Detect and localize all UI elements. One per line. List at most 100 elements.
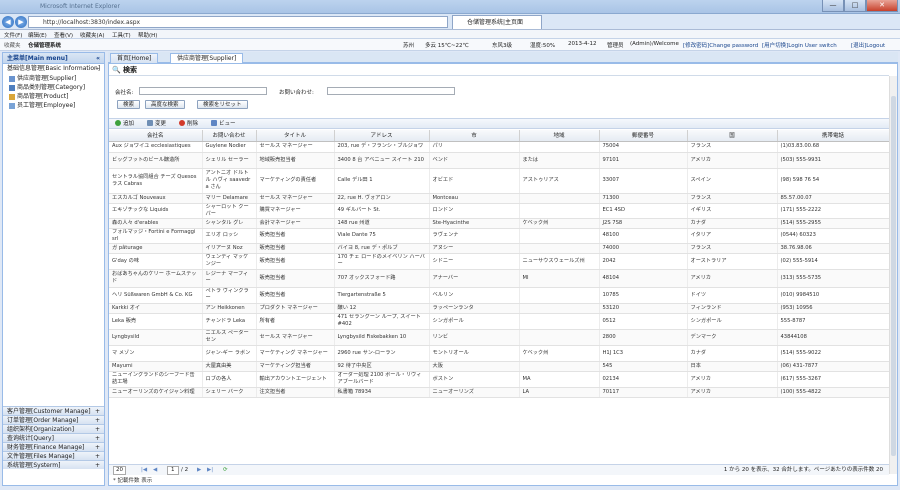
tab-home[interactable]: 首页[Home] [110,53,159,63]
change-password-link[interactable]: [修改密码]Change password [683,41,758,49]
advanced-search-button[interactable]: 高度な検索 [145,100,185,109]
menu-edit[interactable]: 编辑(E) [28,31,47,39]
table-cell: アメリカ [687,371,778,388]
column-header[interactable]: アドレス [334,130,430,142]
reset-search-button[interactable]: 検索をリセット [197,100,248,109]
prev-page-icon[interactable]: ◀ [153,466,157,475]
next-page-icon[interactable]: ▶ [197,466,201,475]
table-row[interactable]: Lyngbysild ニエルス ペーターセン セールス マネージャー Lyngbysi… [109,329,890,346]
user-switch-link[interactable]: [用户切换]Login User switch [762,41,837,49]
collapse-group-icon[interactable]: − [95,64,100,74]
window-title: Microsoft Internet Explorer [40,3,120,10]
column-header[interactable]: お問い合わせ [202,130,257,142]
group-customer[interactable]: 客户管理[Customer Manage] + [3,406,104,415]
table-row[interactable]: セントラル協同組合 チーズ Quesos ラス Cabras アントニオ ドルトル… [109,168,890,194]
company-input[interactable] [139,87,267,95]
nav-employee[interactable]: 员工管理[Employee] [3,101,104,110]
edit-button[interactable]: 変更 [147,120,166,129]
table-cell: アメリカ [687,387,778,398]
table-cell: シャーロット クーパー [202,203,257,219]
category-icon [9,84,15,91]
group-system[interactable]: 系统管理[Systerm] + [3,460,104,469]
table-row[interactable]: 森の人々 d'erables シャンタル グレ 会計マネージャー 148 rue 州道… [109,218,890,229]
expand-icon[interactable]: + [95,461,100,470]
table-row[interactable]: G'day の味 ウェンディ マッケンジー 販売担当者 170 チェ ロードのメイベリ… [109,253,890,270]
table-row[interactable]: エキゾチックな Liquids シャーロット クーパー 購買マネージャー 49 ギルバ… [109,203,890,219]
add-button[interactable]: 追加 [115,120,134,129]
minimize-button[interactable]: — [822,0,844,12]
menu-view[interactable]: 查看(V) [54,31,73,39]
table-cell: 醸い 12 [334,303,430,314]
column-header[interactable]: 会社名 [109,130,203,142]
view-button[interactable]: ビュー [211,120,236,129]
group-files[interactable]: 文件管理[Files Manage] + [3,451,104,460]
table-cell: Karkki オイ [109,303,203,314]
favorites-link[interactable]: 收藏夹 [4,41,21,49]
column-header[interactable]: 国 [687,130,778,142]
table-row[interactable]: Aux ジョワイユ ecclesiastiques Guylene Nodier セ… [109,141,890,153]
column-header[interactable]: 郵便番号 [599,130,688,142]
table-cell: (171) 555-2222 [777,203,890,219]
edit-icon [147,120,153,126]
nav-category[interactable]: 商品类别管理[Category] [3,83,104,92]
table-cell: (06) 431-7877 [777,361,890,372]
back-button[interactable]: ◀ [2,16,14,28]
close-button[interactable]: ✕ [866,0,898,12]
column-header[interactable]: タイトル [256,130,335,142]
menu-file[interactable]: 文件(F) [4,31,22,39]
table-row[interactable]: マ メゾン ジャン-ギー ラボン マーケティング マネージャー 2960 rue サン… [109,345,890,362]
contact-input[interactable] [327,87,455,95]
table-row[interactable]: おばあちゃんのケリー ホームステッド レジーナ マーフィー 販売担当者 707 オック… [109,269,890,288]
menu-help[interactable]: 帮助(H) [138,31,157,39]
page-size-select[interactable]: 20 [113,466,126,475]
maximize-button[interactable]: □ [844,0,866,12]
forward-button[interactable]: ▶ [15,16,27,28]
table-row[interactable]: Karkki オイ アン Heikkonen プロダクト マネージャー 醸い 12 ラッ… [109,303,890,314]
url-input[interactable]: http://localhost:3830/index.aspx [28,16,448,28]
search-button[interactable]: 検索 [117,100,141,109]
grid-toolbar: 追加 変更 削除 ビュー [109,118,889,129]
contact-label: お問い合わせ: [279,90,314,96]
supplier-icon [9,75,15,82]
collapse-icon[interactable]: « [96,53,100,64]
table-row[interactable]: ニューオーリンズのケイジャン料理 シェリー バーク 注文担当者 私書箱 78934 ニュ… [109,387,890,398]
table-cell: ベンド [429,152,520,169]
table-row[interactable]: フォルマッジ・Fortini e Formaggi srl エリオ ロッシ 販売担当… [109,228,890,244]
group-basic-info[interactable]: 基础信息管理[Basic Information] − [3,64,104,74]
table-cell: ニューサウスウェールズ州 [519,253,600,270]
table-row[interactable]: ビッグフットのビール醸造所 シェリル セーラー 地域販売担当者 3400 8 台 アベ… [109,152,890,169]
menu-tools[interactable]: 工具(T) [112,31,131,39]
refresh-icon[interactable]: ⟳ [223,466,228,475]
table-row[interactable]: ニューイングランドのシーフード缶詰工場 ロブの各人 輸出アカウントエージェント オーダ… [109,371,890,388]
table-row[interactable]: ヘリ Süßwaren GmbH & Co. KG ペトラ ヴィンクラー 販売担当者… [109,287,890,304]
scrollbar-thumb[interactable] [891,96,896,456]
group-finance-label: 财务管理[Finance Manage] [7,444,85,451]
nav-product[interactable]: 商品管理[Product] [3,92,104,101]
vertical-scrollbar[interactable] [889,76,897,474]
last-page-icon[interactable]: ▶| [207,466,213,475]
menu-favorites[interactable]: 收藏夹(A) [80,31,105,39]
table-row[interactable]: Leka 販売 チャンドラ Leka 所有者 471 セラングーン ループ, スイート… [109,313,890,330]
table-row[interactable]: ガ pâturage イリアーヌ Noz 販売担当者 バイヨ 8, rue デ・ポルブ… [109,243,890,254]
table-row[interactable]: Mayumi 大屋真由美 マーケティング担当者 92 待了中央区 大阪 545 日本 (06)… [109,361,890,372]
group-order[interactable]: 订单管理[Order Manage] + [3,415,104,424]
group-finance[interactable]: 财务管理[Finance Manage] + [3,442,104,451]
logout-link[interactable]: [退出]Logout [851,41,885,49]
tab-supplier[interactable]: 供应商管理[Supplier] [170,53,244,63]
group-query[interactable]: 查询统计[Query] + [3,433,104,442]
nav-supplier[interactable]: 供应商管理[Supplier] [3,74,104,83]
table-row[interactable]: エスカルゴ Nouveaux マリー Delamare セールス マネージャー 22,… [109,193,890,204]
browser-tab[interactable]: 仓储管理系统|主页面 [452,15,542,29]
table-cell: ラヴェンナ [429,228,520,244]
page-input[interactable]: 1 [167,466,179,475]
first-page-icon[interactable]: |◀ [141,466,147,475]
main-menu-title: 主菜单[Main menu] [7,55,68,62]
column-header[interactable]: 地域 [519,130,600,142]
table-cell: (1)03.83.00.68 [777,141,890,153]
delete-button[interactable]: 削除 [179,120,198,129]
table-cell: エスカルゴ Nouveaux [109,193,203,204]
group-organization[interactable]: 组织架构[Organization] + [3,424,104,433]
column-header[interactable]: 携帯電話 [777,130,890,142]
company-label: 会社名: [115,90,134,96]
column-header[interactable]: 市 [429,130,520,142]
